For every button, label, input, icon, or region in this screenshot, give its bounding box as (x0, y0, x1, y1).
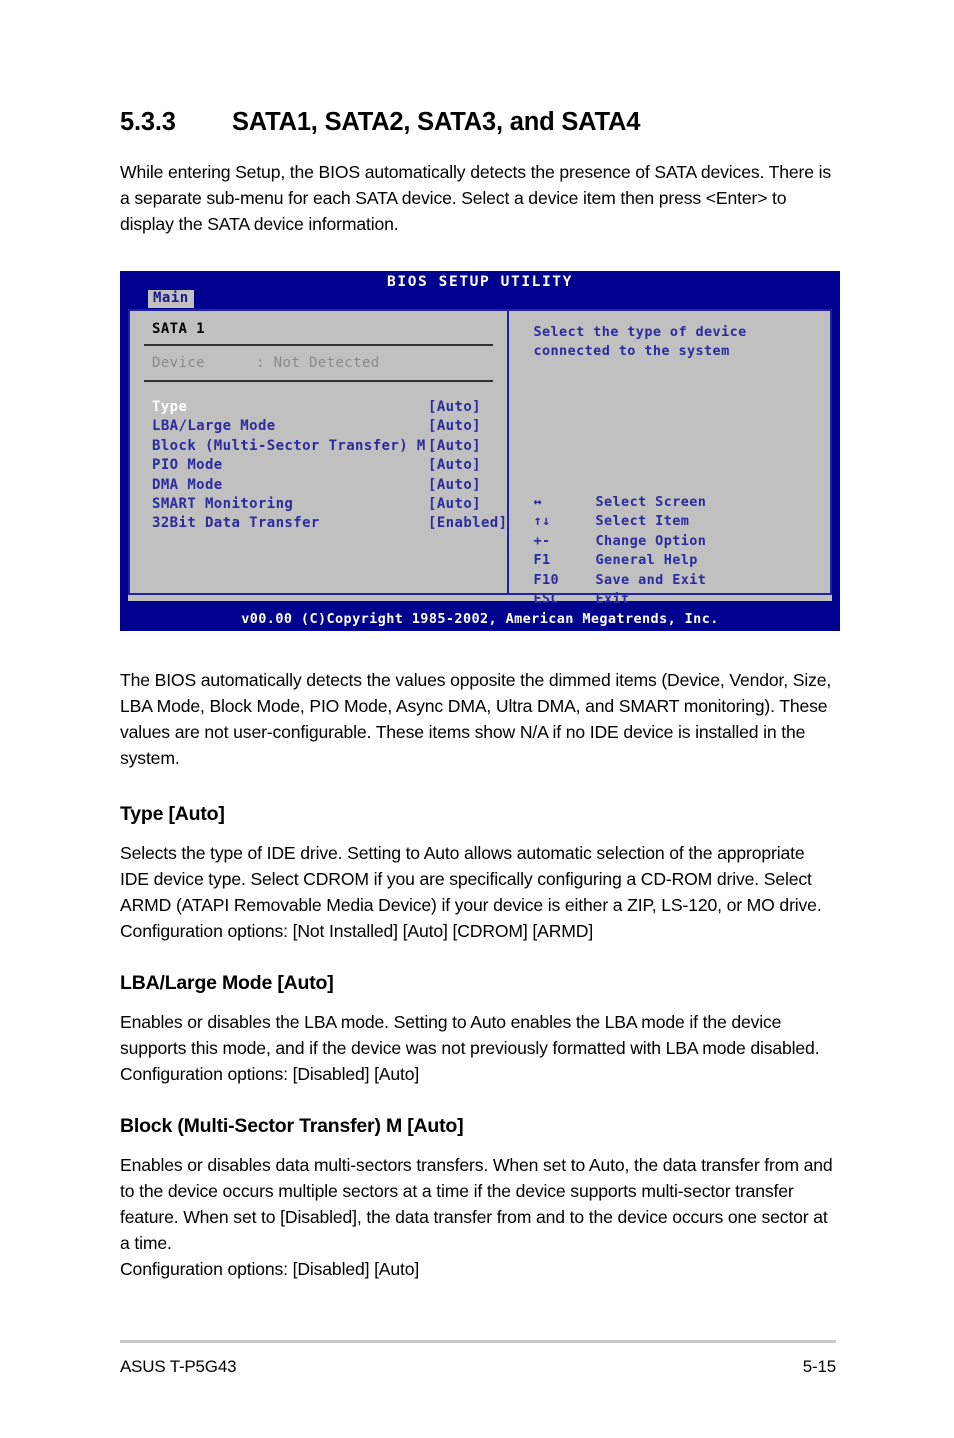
section-intro-paragraph: While entering Setup, the BIOS automatic… (120, 162, 832, 234)
bios-key-glyph: ↑↓ (533, 513, 551, 530)
manual-page: 5.3.3 SATA1, SATA2, SATA3, and SATA4 Whi… (0, 0, 954, 1438)
bios-panel-heading: SATA 1 (152, 321, 205, 337)
bios-settings-list: Type [Auto] LBA/Large Mode [Auto] Block (Mul… (130, 382, 507, 534)
bios-setting-row[interactable]: 32Bit Data Transfer [Enabled] (152, 514, 507, 533)
section-title: SATA1, SATA2, SATA3, and SATA4 (232, 108, 641, 136)
bios-setting-value[interactable]: [Auto] (428, 417, 481, 436)
bios-body: SATA 1 Device : Not Detected Type [Auto] L… (128, 309, 832, 607)
bios-key-description: Select Item (595, 513, 690, 530)
bios-key-row: F10 Save and Exit (533, 571, 706, 590)
bios-key-description: Save and Exit (595, 571, 707, 588)
detect-note-paragraph: The BIOS automatically detects the value… (120, 670, 832, 768)
topic-body-block: Enables or disables data multi-sectors t… (120, 1155, 833, 1253)
bios-key-description: Change Option (595, 532, 707, 549)
topic-body-type: Selects the type of IDE drive. Setting t… (120, 843, 822, 941)
bios-key-glyph: ↔ (533, 494, 542, 510)
bios-setting-label: Block (Multi-Sector Transfer) M (152, 437, 426, 454)
topic-body-block-options: Configuration options: [Disabled] [Auto] (120, 1259, 420, 1279)
bios-setting-value[interactable]: [Auto] (428, 476, 481, 495)
bios-tab-main[interactable]: Main (148, 290, 194, 308)
topic-heading-block: Block (Multi-Sector Transfer) M [Auto] (120, 1115, 464, 1137)
bios-setting-label: SMART Monitoring (152, 496, 294, 513)
bios-key-row: +- Change Option (533, 532, 706, 551)
bios-left-panel: SATA 1 Device : Not Detected Type [Auto] L… (130, 311, 510, 593)
bios-setting-label: 32Bit Data Transfer (152, 515, 320, 532)
device-value: : Not Detected (256, 355, 380, 371)
bios-setting-value[interactable]: [Auto] (428, 495, 481, 514)
bios-key-description: Select Screen (595, 494, 707, 510)
bios-key-glyph: F10 (533, 571, 560, 588)
bios-key-row: F1 General Help (533, 551, 706, 570)
bios-setting-value[interactable]: [Enabled] (428, 514, 507, 533)
bios-setting-label: Type (152, 399, 188, 415)
bios-setting-label: LBA/Large Mode (152, 418, 276, 435)
bios-title-bar: BIOS SETUP UTILITY Main (120, 271, 840, 309)
device-label: Device (152, 355, 205, 371)
bios-key-row: ESC Exit (533, 590, 706, 609)
bios-setting-label: DMA Mode (152, 476, 223, 493)
bios-utility-title: BIOS SETUP UTILITY (387, 274, 573, 290)
bios-setting-row[interactable]: PIO Mode [Auto] (152, 456, 507, 475)
bios-key-description: Exit (595, 591, 630, 608)
bios-key-glyph: F1 (533, 552, 551, 569)
bios-key-row: ↔ Select Screen (533, 493, 706, 512)
bios-setting-label: PIO Mode (152, 457, 223, 474)
topic-heading-lba: LBA/Large Mode [Auto] (120, 972, 334, 994)
bios-setting-value[interactable]: [Auto] (428, 437, 481, 456)
bios-setting-row[interactable]: Type [Auto] (152, 398, 507, 417)
footer-row: ASUS T-P5G43 5-15 (120, 1357, 836, 1377)
bios-key-row: ↑↓ Select Item (533, 512, 706, 531)
bios-setting-row[interactable]: DMA Mode [Auto] (152, 476, 507, 495)
bios-key-glyph: ESC (533, 591, 560, 608)
footer-page-number: 5-15 (802, 1357, 836, 1376)
bios-setting-row[interactable]: SMART Monitoring [Auto] (152, 495, 507, 514)
topic-body-lba: Enables or disables the LBA mode. Settin… (120, 1012, 820, 1084)
section-heading: 5.3.3 SATA1, SATA2, SATA3, and SATA4 (120, 108, 836, 137)
bios-setting-value[interactable]: [Auto] (428, 456, 481, 475)
bios-setup-screenshot: BIOS SETUP UTILITY Main SATA 1 Device : … (120, 271, 840, 631)
topic-heading-type: Type [Auto] (120, 803, 225, 825)
footer-divider (120, 1340, 836, 1343)
page-footer: ASUS T-P5G43 5-15 (120, 1340, 836, 1377)
bios-key-description: General Help (595, 552, 698, 569)
bios-copyright-bar: v00.00 (C)Copyright 1985-2002, American … (120, 607, 840, 631)
bios-setting-value[interactable]: [Auto] (428, 398, 481, 417)
bios-inner-gap (128, 595, 832, 601)
bios-setting-row[interactable]: LBA/Large Mode [Auto] (152, 417, 507, 436)
page-content: 5.3.3 SATA1, SATA2, SATA3, and SATA4 Whi… (120, 108, 840, 1282)
bios-help-panel: Select the type of device connected to t… (509, 311, 830, 607)
footer-product-name: ASUS T-P5G43 (120, 1357, 237, 1376)
bios-setting-row[interactable]: Block (Multi-Sector Transfer) M [Auto] (152, 437, 507, 456)
bios-device-row: Device : Not Detected (130, 346, 507, 380)
bios-help-text: Select the type of device connected to t… (533, 324, 747, 360)
bios-key-legend: ↔ Select Screen ↑↓ Select Item +- Change Opti… (533, 493, 706, 609)
bios-key-glyph: +- (533, 532, 551, 549)
section-number: 5.3.3 (120, 108, 176, 136)
